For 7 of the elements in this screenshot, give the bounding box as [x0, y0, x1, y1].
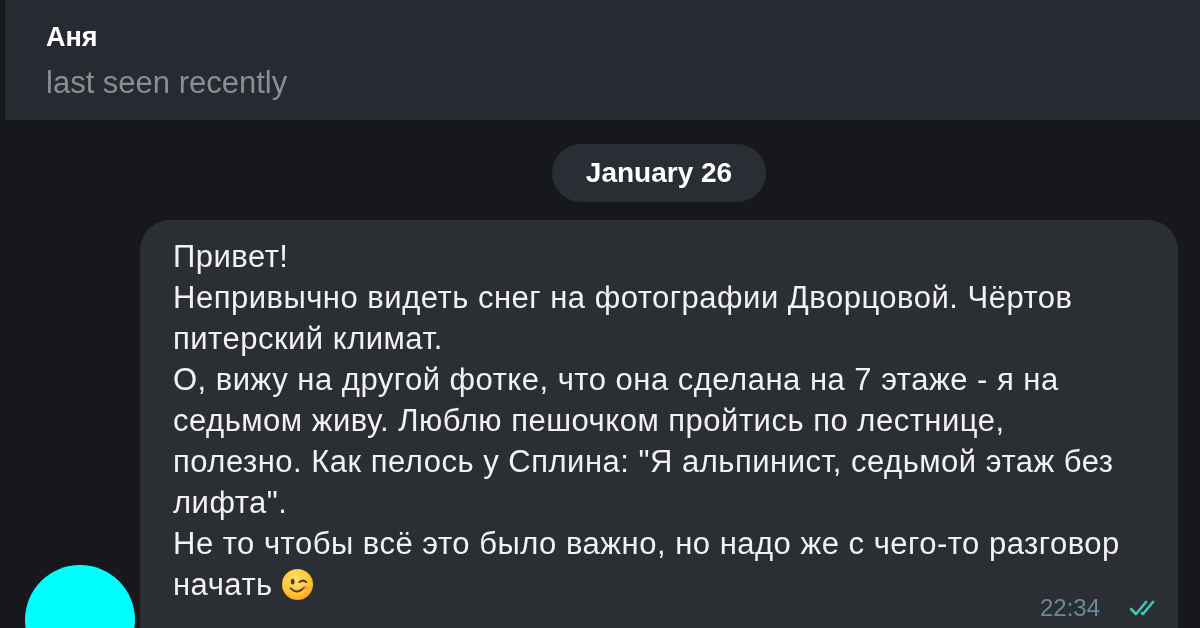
message-text: Непривычно видеть снег на фотографии Дворцовой. Чёртов питерский климат.: [173, 279, 1074, 358]
winking-face-icon: [281, 569, 313, 600]
message-text: Привет!: [173, 238, 290, 276]
date-badge: January 26: [551, 144, 767, 202]
message-text: О, вижу на другой фотке, что она сделана на 7 этаже - я на седьмом живу. Люблю пешочком пройтись по лестнице, полезно. Как пелось у Сплина: "Я альпинист, седьмой этаж без лифта".: [173, 361, 1115, 522]
contact-status: last seen recently: [46, 64, 288, 102]
contact-name: Аня: [46, 21, 98, 54]
